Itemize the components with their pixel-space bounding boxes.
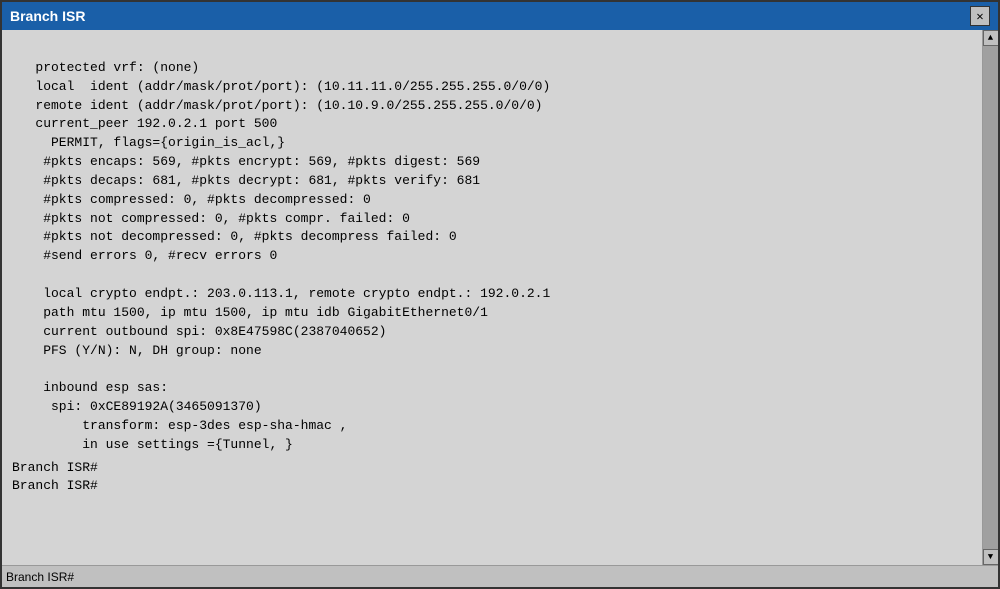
prompt-line1: Branch ISR# (6, 570, 74, 584)
content-area: protected vrf: (none) local ident (addr/… (2, 30, 982, 565)
terminal-output: protected vrf: (none) local ident (addr/… (2, 40, 982, 455)
close-button[interactable]: ✕ (970, 6, 990, 26)
scroll-track[interactable] (983, 46, 998, 549)
scroll-down-button[interactable]: ▼ (983, 549, 999, 565)
status-text: Branch ISR# (6, 570, 74, 584)
bottom-lines: Branch ISR# Branch ISR# (2, 459, 982, 497)
title-bar: Branch ISR ✕ (2, 2, 998, 30)
scrollbar[interactable]: ▲ ▼ (982, 30, 998, 565)
window-title: Branch ISR (10, 8, 85, 24)
terminal-window: Branch ISR ✕ protected vrf: (none) local… (0, 0, 1000, 589)
main-area: protected vrf: (none) local ident (addr/… (2, 30, 998, 565)
scroll-up-button[interactable]: ▲ (983, 30, 999, 46)
status-bar: Branch ISR# (2, 565, 998, 587)
